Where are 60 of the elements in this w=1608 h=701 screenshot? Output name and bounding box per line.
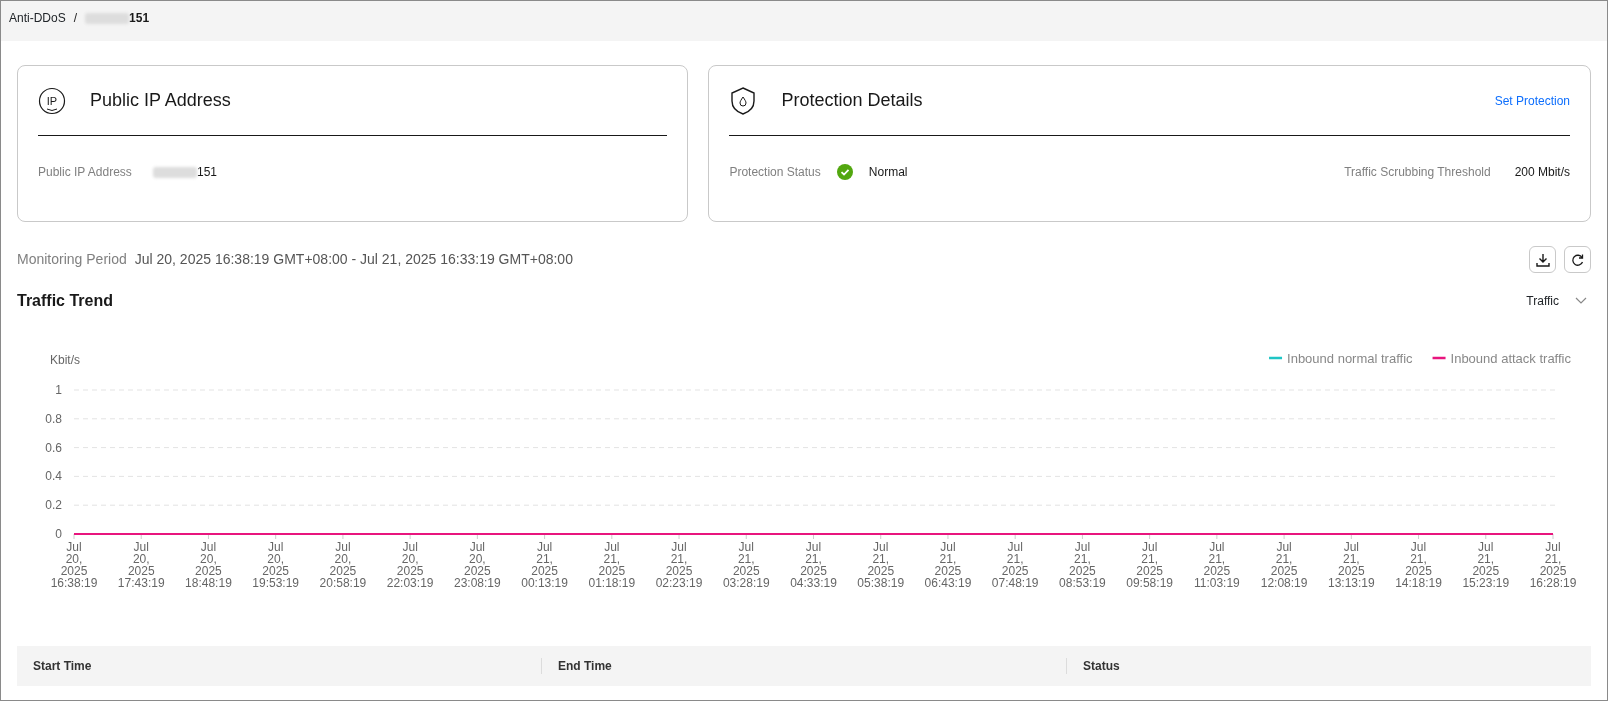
status-text: Normal (868, 164, 908, 181)
y-axis-unit: Kbit/s (50, 353, 80, 367)
x-tick-label: Jul 21, 2025 09:58:19 (1126, 540, 1173, 590)
download-icon (1535, 252, 1550, 267)
x-tick-label: Jul 20, 2025 23:08:19 (454, 540, 501, 590)
y-tick-label: 1 (55, 383, 62, 397)
shield-icon (729, 85, 758, 116)
x-tick-label: Jul 21, 2025 14:18:19 (1395, 540, 1442, 590)
x-tick-label: Jul 21, 2025 07:48:19 (991, 540, 1039, 590)
x-tick-label: Jul 21, 2025 05:38:19 (857, 540, 905, 590)
check-circle-icon (836, 164, 853, 180)
field-value: 151 (197, 164, 218, 181)
column-header: Status (1083, 659, 1120, 673)
field-label: Public IP Address (38, 164, 133, 181)
x-tick-label: Jul 21, 2025 15:23:19 (1462, 540, 1510, 590)
section-title: Traffic Trend (17, 291, 114, 311)
breadcrumb-current: 151 (129, 10, 150, 27)
x-tick-label: Jul 21, 2025 06:43:19 (924, 540, 972, 590)
x-tick-label: Jul 20, 2025 20:58:19 (319, 540, 367, 590)
x-tick-label: Jul 20, 2025 22:03:19 (386, 540, 434, 590)
x-tick-label: Jul 21, 2025 04:33:19 (790, 540, 837, 590)
field-label: Protection Status (729, 164, 821, 181)
x-tick-label: Jul 21, 2025 00:13:19 (521, 540, 568, 590)
field-label: Traffic Scrubbing Threshold (1344, 164, 1491, 181)
x-tick-label: Jul 20, 2025 18:48:19 (185, 540, 232, 590)
x-tick-label: Jul 21, 2025 02:23:19 (655, 540, 703, 590)
x-tick-label: Jul 21, 2025 16:28:19 (1529, 540, 1577, 590)
chevron-down-icon (1575, 297, 1587, 305)
y-tick-label: 0.2 (45, 498, 62, 513)
x-tick-label: Jul 21, 2025 11:03:19 (1193, 540, 1240, 590)
breadcrumb-separator: / (73, 10, 78, 27)
column-header: End Time (558, 659, 612, 673)
x-tick-label: Jul 21, 2025 03:28:19 (722, 540, 770, 590)
redacted-block (153, 166, 197, 178)
y-tick-label: 0.4 (45, 469, 62, 484)
y-tick-label: 0 (55, 527, 62, 541)
field-label: Monitoring Period (17, 250, 127, 269)
x-tick-label: Jul 21, 2025 08:53:19 (1059, 540, 1106, 590)
x-tick-label: Jul 21, 2025 01:18:19 (588, 540, 636, 590)
download-button[interactable] (1529, 246, 1556, 273)
legend-label: Inbound attack traffic (1450, 351, 1571, 366)
x-tick-label: Jul 20, 2025 17:43:19 (117, 540, 165, 590)
refresh-icon (1570, 252, 1585, 267)
card-title: Public IP Address (90, 89, 231, 112)
legend-label: Inbound normal traffic (1287, 351, 1413, 366)
x-tick-label: Jul 21, 2025 12:08:19 (1260, 540, 1308, 590)
y-tick-label: 0.6 (45, 440, 62, 455)
refresh-button[interactable] (1564, 246, 1591, 273)
x-tick-label: Jul 21, 2025 13:13:19 (1327, 540, 1375, 590)
ip-icon: IP (38, 86, 66, 115)
card-title: Protection Details (781, 89, 923, 112)
metric-dropdown[interactable]: Traffic (1526, 292, 1587, 310)
column-header: Start Time (33, 659, 92, 673)
x-tick-label: Jul 20, 2025 19:53:19 (252, 540, 300, 590)
field-value: Jul 20, 2025 16:38:19 GMT+08:00 - Jul 21, 2025 16:33:19 GMT+08:00 (134, 250, 573, 269)
y-tick-label: 0.8 (45, 411, 62, 426)
x-tick-label: Jul 20, 2025 16:38:19 (50, 540, 98, 590)
set-protection-link[interactable]: Set Protection (1494, 91, 1570, 110)
field-value: 200 Mbit/s (1514, 164, 1570, 181)
breadcrumb-link[interactable]: Anti-DDoS (9, 9, 66, 27)
